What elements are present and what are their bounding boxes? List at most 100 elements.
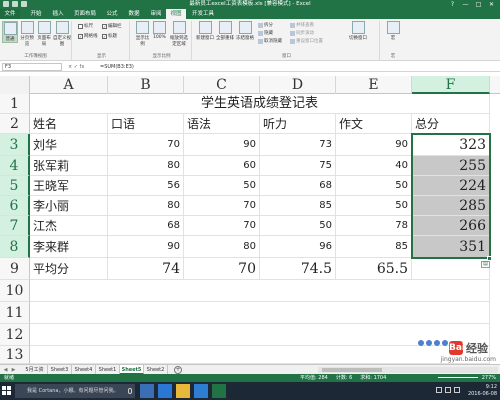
tab-home[interactable]: 开始 — [26, 9, 46, 19]
edge-icon[interactable] — [158, 384, 172, 398]
oral-cell[interactable]: 90 — [108, 236, 184, 258]
name-box[interactable]: F3 — [2, 63, 62, 71]
header-cell-grammar[interactable]: 语法 — [184, 114, 260, 134]
formula-bar-checkbox[interactable]: ✓ 编辑栏 — [102, 23, 122, 29]
grammar-cell[interactable]: 80 — [184, 236, 260, 258]
column-header-a[interactable]: A — [30, 76, 108, 94]
tool-icon[interactable] — [426, 340, 432, 346]
page-break-preview-button[interactable]: 分页预览 — [19, 21, 35, 47]
average-stat[interactable]: 平均值: 284 — [300, 374, 328, 382]
grammar-cell[interactable]: 60 — [184, 156, 260, 176]
help-button[interactable]: ? — [446, 0, 459, 9]
add-sheet-button[interactable]: + — [174, 366, 182, 374]
custom-views-button[interactable]: 自定义视图 — [53, 21, 71, 47]
split-button[interactable]: 拆分 — [258, 22, 273, 28]
tool-icon[interactable] — [434, 340, 440, 346]
column-header-c[interactable]: C — [184, 76, 260, 94]
average-oral-cell[interactable]: 74 — [108, 258, 184, 280]
column-header-b[interactable]: B — [108, 76, 184, 94]
store-icon[interactable] — [194, 384, 208, 398]
maximize-button[interactable]: □ — [472, 0, 485, 9]
normal-view-button[interactable]: 普通 — [2, 21, 18, 43]
header-cell-oral[interactable]: 口语 — [108, 114, 184, 134]
tab-data[interactable]: 数据 — [124, 9, 144, 19]
zoom-slider[interactable] — [438, 377, 478, 378]
close-button[interactable]: ✕ — [485, 0, 498, 9]
next-sheet-icon[interactable]: ▶ — [10, 366, 17, 374]
listening-cell[interactable]: 68 — [260, 176, 336, 196]
oral-cell[interactable]: 70 — [108, 134, 184, 156]
row-header-12[interactable]: 12 — [0, 324, 30, 346]
column-header-d[interactable]: D — [260, 76, 336, 94]
listening-cell[interactable]: 73 — [260, 134, 336, 156]
network-icon[interactable] — [436, 387, 442, 393]
grammar-cell[interactable]: 70 — [184, 216, 260, 236]
total-cell[interactable]: 323 — [412, 134, 490, 156]
oral-cell[interactable]: 80 — [108, 196, 184, 216]
average-listening-cell[interactable]: 74.5 — [260, 258, 336, 280]
reset-window-button[interactable]: 重设窗口位置 — [290, 38, 323, 44]
grammar-cell[interactable]: 90 — [184, 134, 260, 156]
row-header-3[interactable]: 3 — [0, 134, 30, 156]
sync-scroll-button[interactable]: 同步滚动 — [290, 30, 314, 36]
row-header-2[interactable]: 2 — [0, 114, 30, 134]
row-header-5[interactable]: 5 — [0, 176, 30, 196]
zoom-button[interactable]: 显示比例 — [134, 21, 151, 47]
total-cell[interactable]: 351 — [412, 236, 490, 258]
empty-row[interactable] — [30, 346, 490, 364]
name-cell[interactable]: 李小丽 — [30, 196, 108, 216]
tool-icon[interactable] — [418, 340, 424, 346]
select-all-corner[interactable] — [0, 76, 30, 94]
zoom-to-selection-button[interactable]: 缩放到选定区域 — [168, 21, 190, 47]
row-header-11[interactable]: 11 — [0, 302, 30, 324]
writing-cell[interactable]: 40 — [336, 156, 412, 176]
average-writing-cell[interactable]: 65.5 — [336, 258, 412, 280]
oral-cell[interactable]: 68 — [108, 216, 184, 236]
header-cell-total[interactable]: 总分 — [412, 114, 490, 134]
tool-icon[interactable] — [442, 340, 448, 346]
average-grammar-cell[interactable]: 70 — [184, 258, 260, 280]
sum-stat[interactable]: 求和: 1704 — [360, 374, 386, 382]
notification-icon[interactable] — [454, 387, 460, 393]
tab-insert[interactable]: 插入 — [48, 9, 68, 19]
writing-cell[interactable]: 50 — [336, 176, 412, 196]
row-header-4[interactable]: 4 — [0, 156, 30, 176]
total-cell[interactable]: 224 — [412, 176, 490, 196]
fx-icon[interactable]: × ✓ fx — [68, 63, 84, 71]
tab-developer[interactable]: 开发工具 — [188, 9, 218, 19]
row-header-13[interactable]: 13 — [0, 346, 30, 364]
zoom-100-button[interactable]: 100% — [152, 21, 167, 40]
zoom-level[interactable]: 277% — [482, 374, 496, 382]
excel-icon[interactable] — [212, 384, 226, 398]
writing-cell[interactable]: 50 — [336, 196, 412, 216]
row-header-1[interactable]: 1 — [0, 94, 30, 114]
scroll-thumb[interactable] — [322, 368, 382, 372]
volume-icon[interactable] — [445, 387, 451, 393]
row-header-7[interactable]: 7 — [0, 216, 30, 236]
column-header-g[interactable] — [490, 76, 500, 94]
name-cell[interactable]: 江杰 — [30, 216, 108, 236]
name-cell[interactable]: 张军莉 — [30, 156, 108, 176]
side-by-side-button[interactable]: 并排查看 — [290, 22, 314, 28]
listening-cell[interactable]: 96 — [260, 236, 336, 258]
name-cell[interactable]: 李来群 — [30, 236, 108, 258]
total-cell[interactable]: 255 — [412, 156, 490, 176]
listening-cell[interactable]: 50 — [260, 216, 336, 236]
listening-cell[interactable]: 75 — [260, 156, 336, 176]
name-cell[interactable]: 王晓军 — [30, 176, 108, 196]
grammar-cell[interactable]: 50 — [184, 176, 260, 196]
writing-cell[interactable]: 78 — [336, 216, 412, 236]
row-header-8[interactable]: 8 — [0, 236, 30, 258]
oral-cell[interactable]: 80 — [108, 156, 184, 176]
empty-row[interactable] — [30, 280, 490, 302]
header-cell-listening[interactable]: 听力 — [260, 114, 336, 134]
grammar-cell[interactable]: 70 — [184, 196, 260, 216]
switch-windows-button[interactable]: 切换窗口 — [346, 21, 370, 41]
header-cell-name[interactable]: 姓名 — [30, 114, 108, 134]
header-cell-writing[interactable]: 作文 — [336, 114, 412, 134]
page-layout-view-button[interactable]: 页面布局 — [36, 21, 52, 47]
writing-cell[interactable]: 85 — [336, 236, 412, 258]
count-stat[interactable]: 计数: 6 — [336, 374, 352, 382]
new-window-button[interactable]: 新建窗口 — [196, 21, 214, 41]
arrange-all-button[interactable]: 全部重排 — [216, 21, 234, 41]
